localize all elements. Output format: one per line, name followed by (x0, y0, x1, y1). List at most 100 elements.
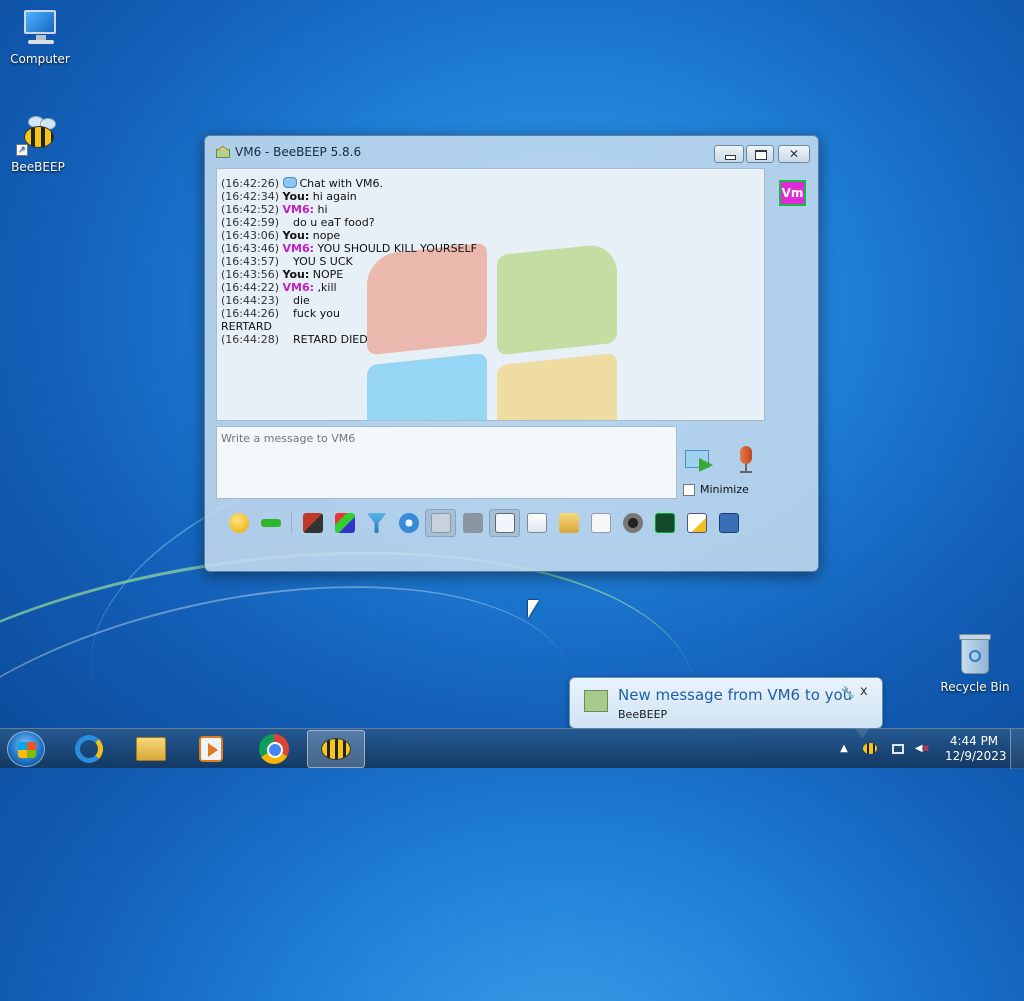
desktop-icon-beebeep[interactable]: ↗ BeeBEEP (0, 112, 78, 174)
message-envelope-icon (584, 690, 608, 712)
taskbar-beebeep[interactable] (307, 730, 365, 768)
send-folder-button[interactable] (553, 509, 584, 537)
computer-icon (18, 8, 62, 48)
message-text: RETARD DIED (293, 333, 368, 346)
notification-balloon[interactable]: New message from VM6 to you BeeBEEP 🔧 x (569, 677, 883, 738)
font-style-button[interactable] (457, 509, 488, 537)
save-button[interactable] (713, 509, 744, 537)
chat-envelope-icon (216, 146, 230, 158)
message-text: fuck you (293, 307, 340, 320)
terminal-button[interactable] (649, 509, 680, 537)
beebeep-tray-icon[interactable] (862, 741, 878, 757)
desktop-icon-computer[interactable]: Computer (0, 8, 80, 66)
message-text: hi (317, 203, 328, 216)
start-button[interactable] (7, 731, 45, 767)
chat-message: (16:42:59) do u eaT food? (221, 216, 760, 229)
minimize-button[interactable] (714, 145, 744, 163)
close-button[interactable]: ✕ (778, 145, 810, 163)
user-avatar[interactable]: Vm (779, 180, 806, 206)
message-text: ,kill (317, 281, 337, 294)
send-folder-icon (558, 513, 579, 533)
send-file-button[interactable] (521, 509, 552, 537)
internet-explorer-icon (75, 735, 103, 763)
desktop-icon-recycle-bin[interactable]: Recycle Bin (935, 632, 1015, 694)
desktop-icon-label: Computer (10, 52, 70, 66)
taskbar-internet-explorer[interactable] (60, 730, 118, 768)
message-text: hi again (312, 190, 357, 203)
emoticon-icon (228, 513, 249, 533)
side-panel: Vm (770, 168, 812, 503)
clock-time: 4:44 PM (949, 734, 999, 748)
microphone-icon[interactable] (736, 446, 756, 476)
chat-history[interactable]: (16:42:26) Chat with VM6. (16:42:34) You:… (216, 168, 765, 421)
toolbar-separator (291, 512, 292, 534)
message-input[interactable] (217, 427, 676, 498)
message-input-box[interactable] (216, 426, 677, 499)
clock[interactable]: 4:44 PM 12/9/2023 (945, 734, 1007, 764)
message-sender: You: (282, 190, 310, 203)
chat-message: (16:43:56) You: NOPE (221, 268, 760, 281)
sound-button[interactable] (489, 509, 520, 537)
settings-button[interactable] (393, 509, 424, 537)
minimize-label: Minimize (700, 483, 749, 496)
chat-message: (16:44:28) RETARD DIED (221, 333, 760, 346)
spell-check-icon (430, 513, 451, 533)
message-text: NOPE (312, 268, 344, 281)
green-arrow-button[interactable] (255, 509, 286, 537)
minimize-checkbox[interactable]: Minimize (683, 483, 749, 496)
spell-check-button[interactable] (425, 509, 456, 537)
title-bar[interactable]: VM6 - BeeBEEP 5.8.6 ✕ (205, 136, 818, 168)
maximize-button[interactable] (746, 145, 774, 163)
message-timestamp: (16:44:26) (221, 307, 279, 320)
send-message-icon[interactable] (685, 448, 717, 474)
message-text: YOU SHOULD KILL YOURSELF (317, 242, 477, 255)
message-timestamp: (16:44:23) (221, 294, 279, 307)
font-button[interactable] (297, 509, 328, 537)
message-text: do u eaT food? (293, 216, 375, 229)
wrench-icon[interactable]: 🔧 (841, 686, 855, 699)
message-timestamp: (16:43:57) (221, 255, 279, 268)
window-title: VM6 - BeeBEEP 5.8.6 (235, 145, 362, 159)
message-text: RERTARD (221, 320, 272, 333)
message-text: Chat with VM6. (299, 177, 384, 190)
message-timestamp: (16:42:59) (221, 216, 279, 229)
notification-title: New message from VM6 to you (618, 686, 853, 704)
message-timestamp: (16:42:52) (221, 203, 279, 216)
message-sender: VM6: (282, 203, 315, 216)
message-timestamp: (16:42:34) (221, 190, 279, 203)
settings-gear-icon (398, 513, 419, 533)
message-text: nope (312, 229, 341, 242)
recycle-bin-icon (957, 632, 993, 676)
taskbar-chrome[interactable] (245, 730, 303, 768)
windows-logo-icon (18, 742, 36, 758)
screenshot-button[interactable] (617, 509, 648, 537)
chat-message: (16:43:57) YOU S UCK (221, 255, 760, 268)
message-text: YOU S UCK (293, 255, 353, 268)
font-color-button[interactable] (329, 509, 360, 537)
emoticon-button[interactable] (223, 509, 254, 537)
close-icon: ✕ (788, 147, 800, 161)
mouse-cursor-icon (528, 600, 539, 618)
show-hidden-icons-icon[interactable]: ▲ (836, 741, 852, 757)
chat-window[interactable]: VM6 - BeeBEEP 5.8.6 ✕ (16:42:26) Chat wi… (204, 135, 819, 572)
code-button[interactable] (585, 509, 616, 537)
folder-icon (136, 737, 166, 761)
message-timestamp: (16:43:46) (221, 242, 279, 255)
chat-toolbar (213, 506, 773, 540)
notes-button[interactable] (681, 509, 712, 537)
screenshot-icon (622, 513, 643, 533)
code-icon (590, 513, 611, 533)
network-icon[interactable] (890, 741, 906, 757)
taskbar-media-player[interactable] (182, 730, 240, 768)
desktop-icon-label: BeeBEEP (11, 160, 65, 174)
music-note-icon (494, 513, 515, 533)
volume-muted-icon[interactable]: ◀x (914, 741, 930, 757)
system-tray: ▲ ◀x (836, 729, 946, 769)
show-desktop-button[interactable] (1010, 729, 1024, 769)
filter-button[interactable] (361, 509, 392, 537)
checkbox-box[interactable] (683, 483, 695, 496)
media-player-icon (199, 736, 223, 762)
notification-close-button[interactable]: x (860, 684, 868, 699)
taskbar-file-explorer[interactable] (122, 730, 180, 768)
save-icon (718, 513, 739, 533)
